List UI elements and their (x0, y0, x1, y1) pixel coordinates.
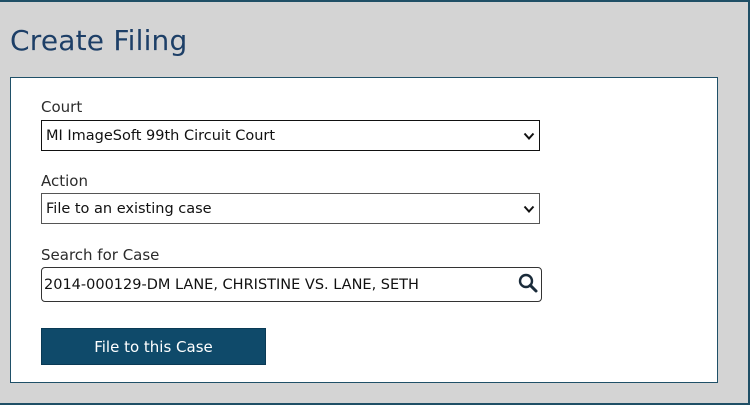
court-select-value: MI ImageSoft 99th Circuit Court (46, 128, 276, 144)
action-select-value: File to an existing case (46, 201, 212, 217)
case-search-value[interactable]: 2014-000129-DM LANE, CHRISTINE VS. LANE,… (44, 277, 419, 293)
court-label: Court (41, 98, 83, 116)
file-to-case-button[interactable]: File to this Case (41, 328, 266, 365)
top-border (0, 0, 750, 2)
chevron-down-icon (523, 205, 535, 213)
action-label: Action (41, 172, 88, 190)
case-search-field[interactable]: 2014-000129-DM LANE, CHRISTINE VS. LANE,… (41, 267, 542, 302)
case-search-label: Search for Case (41, 246, 160, 264)
filing-form-panel: Court MI ImageSoft 99th Circuit Court Ac… (10, 77, 718, 383)
court-select[interactable]: MI ImageSoft 99th Circuit Court (41, 120, 540, 151)
action-select[interactable]: File to an existing case (41, 193, 540, 224)
chevron-down-icon (523, 132, 535, 140)
search-icon[interactable] (517, 272, 539, 294)
page-title: Create Filing (10, 24, 188, 57)
